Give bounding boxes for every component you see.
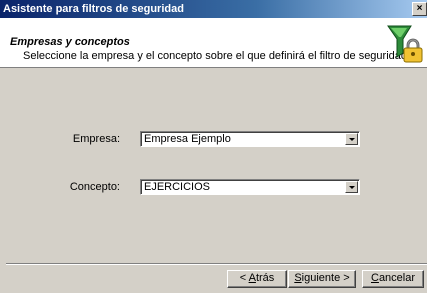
cancel-button[interactable]: Cancelar (362, 270, 424, 288)
empresa-select[interactable]: Empresa Ejemplo (140, 131, 360, 147)
page-title: Empresas y conceptos (10, 36, 130, 48)
next-button[interactable]: Siguiente > (288, 270, 356, 288)
empresa-dropdown-button[interactable] (345, 133, 358, 145)
concepto-select[interactable]: EJERCICIOS (140, 179, 360, 195)
concepto-value: EJERCICIOS (144, 181, 211, 193)
chevron-down-icon (349, 186, 355, 189)
concepto-label: Concepto: (69, 181, 120, 193)
empresa-label: Empresa: (72, 133, 120, 145)
concepto-dropdown-button[interactable] (345, 181, 358, 193)
wizard-header: Empresas y conceptos Seleccione la empre… (0, 18, 427, 68)
chevron-down-icon (349, 138, 355, 141)
page-subtitle: Seleccione la empresa y el concepto sobr… (23, 50, 408, 62)
close-button[interactable]: × (412, 2, 427, 16)
filter-lock-icon (387, 25, 423, 63)
footer-divider-highlight (6, 264, 427, 265)
title-bar: Asistente para filtros de seguridad × (0, 0, 427, 18)
window-title: Asistente para filtros de seguridad (3, 3, 184, 15)
empresa-value: Empresa Ejemplo (144, 133, 231, 145)
back-button[interactable]: < Atrás (227, 270, 287, 288)
